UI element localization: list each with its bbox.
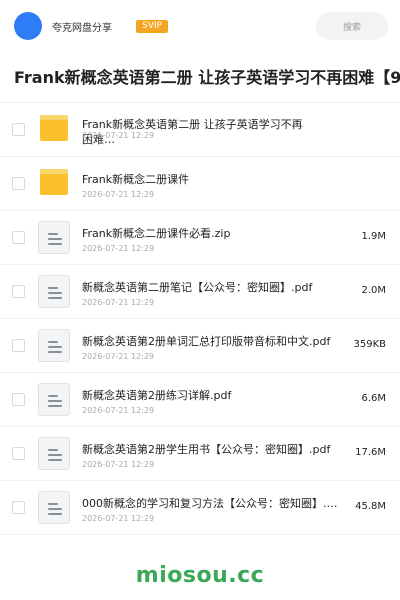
list-item[interactable]: 新概念英语第二册笔记【公众号：密知圈】.pdf 2026-07-21 12:29… (0, 265, 400, 319)
avatar[interactable] (14, 12, 42, 40)
item-date: 2026-07-21 12:29 (82, 352, 155, 361)
item-checkbox[interactable] (12, 501, 25, 514)
item-checkbox[interactable] (12, 285, 25, 298)
folder-icon (40, 115, 68, 141)
item-date: 2026-07-21 12:29 (82, 131, 155, 140)
item-checkbox[interactable] (12, 231, 25, 244)
item-date: 2026-07-21 12:29 (82, 244, 155, 253)
item-size: 17.6M (355, 447, 386, 458)
item-date: 2026-07-21 12:29 (82, 460, 155, 469)
list-item[interactable]: 新概念英语第2册学生用书【公众号：密知圈】.pdf 2026-07-21 12:… (0, 427, 400, 481)
header: 夸克网盘分享 SVIP 搜索 (0, 0, 400, 52)
item-size: 359KB (353, 339, 386, 350)
item-checkbox[interactable] (12, 339, 25, 352)
page-title: Frank新概念英语第二册 让孩子英语学习不再困难【96课+ (14, 68, 400, 87)
item-name: 新概念英语第2册练习详解.pdf (82, 389, 232, 402)
item-date: 2026-07-21 12:29 (82, 298, 155, 307)
folder-icon (40, 169, 68, 195)
list-item[interactable]: 000新概念的学习和复习方法【公众号：密知圈】.m… 2026-07-21 12… (0, 481, 400, 535)
item-date: 2026-07-21 12:29 (82, 190, 155, 199)
item-date: 2026-07-21 12:29 (82, 514, 155, 523)
list-item[interactable]: 新概念英语第2册单词汇总打印版带音标和中文.pdf 2026-07-21 12:… (0, 319, 400, 373)
document-icon (38, 491, 70, 524)
watermark-text: miosou.cc (135, 563, 265, 588)
list-item[interactable]: Frank新概念英语第二册 让孩子英语学习不再困难… 2026-07-21 12… (0, 103, 400, 157)
item-size: 6.6M (361, 393, 386, 404)
list-item[interactable]: Frank新概念二册课件必看.zip 2026-07-21 12:29 1.9M (0, 211, 400, 265)
list-item[interactable]: 新概念英语第2册练习详解.pdf 2026-07-21 12:29 6.6M (0, 373, 400, 427)
file-list: Frank新概念英语第二册 让孩子英语学习不再困难… 2026-07-21 12… (0, 103, 400, 535)
document-icon (38, 329, 70, 362)
search-button[interactable]: 搜索 (316, 12, 388, 40)
document-icon (38, 437, 70, 470)
item-checkbox[interactable] (12, 447, 25, 460)
item-name: Frank新概念二册课件必看.zip (82, 227, 231, 240)
document-icon (38, 383, 70, 416)
document-icon (38, 221, 70, 254)
item-checkbox[interactable] (12, 123, 25, 136)
item-size: 2.0M (361, 285, 386, 296)
list-item[interactable]: Frank新概念二册课件 2026-07-21 12:29 (0, 157, 400, 211)
app-title: 夸克网盘分享 (52, 22, 112, 34)
document-icon (38, 275, 70, 308)
item-name: 新概念英语第2册单词汇总打印版带音标和中文.pdf (82, 335, 331, 348)
item-name: 000新概念的学习和复习方法【公众号：密知圈】.m… (82, 497, 342, 510)
item-name: 新概念英语第2册学生用书【公众号：密知圈】.pdf (82, 443, 331, 456)
svip-badge: SVIP (136, 19, 168, 33)
item-size: 1.9M (361, 231, 386, 242)
item-checkbox[interactable] (12, 177, 25, 190)
item-checkbox[interactable] (12, 393, 25, 406)
item-date: 2026-07-21 12:29 (82, 406, 155, 415)
item-name: 新概念英语第二册笔记【公众号：密知圈】.pdf (82, 281, 313, 294)
item-size: 45.8M (355, 501, 386, 512)
item-name: Frank新概念二册课件 (82, 173, 190, 186)
